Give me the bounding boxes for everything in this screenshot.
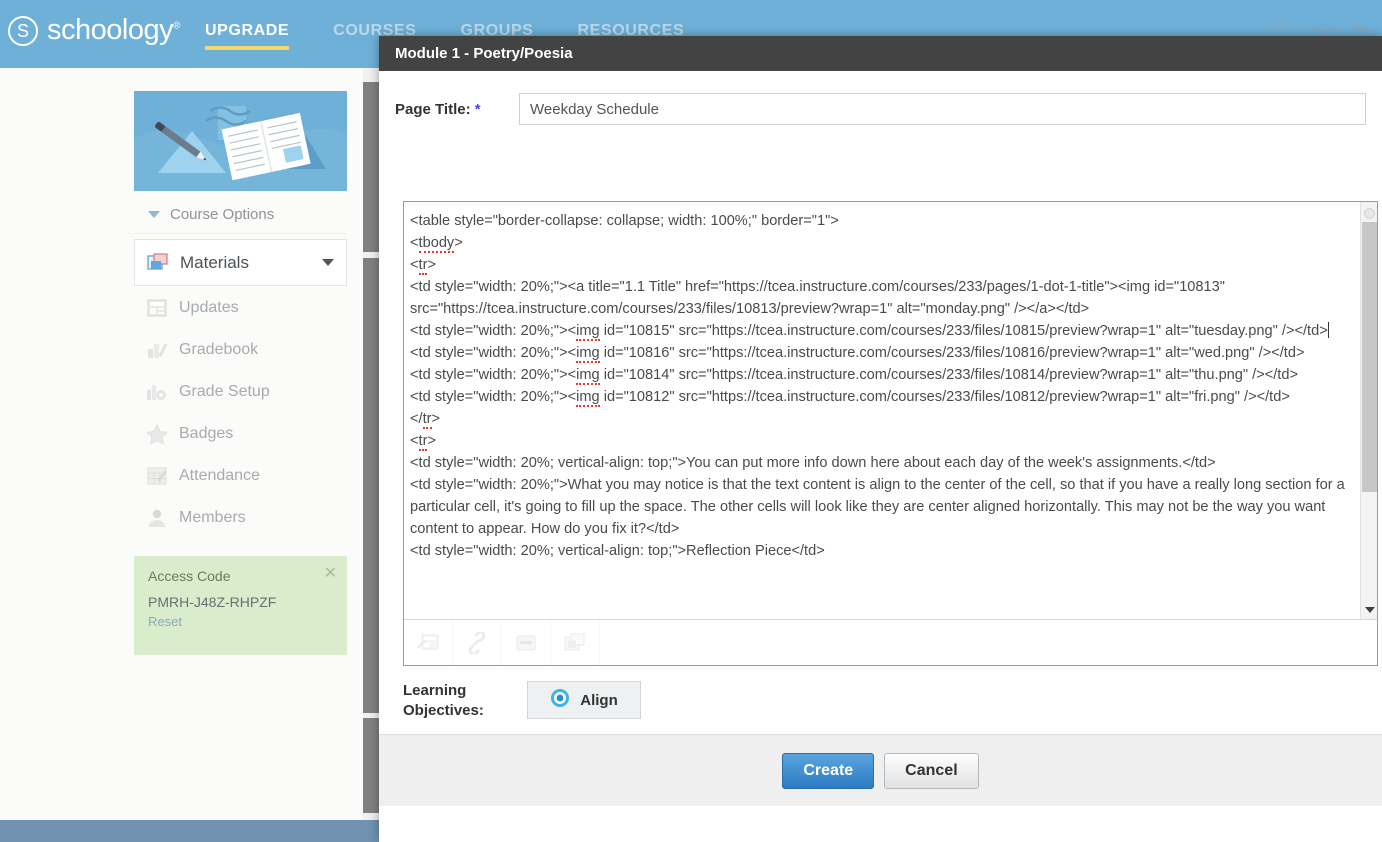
sidebar-item-grade-setup[interactable]: Grade Setup xyxy=(134,371,347,413)
sidebar-item-updates[interactable]: Updates xyxy=(134,287,347,329)
code-seg-10: > <td style="width: 20%; vertical-align:… xyxy=(410,433,1345,559)
learning-objectives-label: Learning Objectives: xyxy=(403,682,484,719)
badge-star-icon xyxy=(145,423,169,445)
scroll-indicator-dot-icon xyxy=(1364,208,1375,219)
schoology-logo-text: schoology® xyxy=(47,14,180,46)
page-title-label: Page Title: * xyxy=(395,100,481,118)
sidebar-item-badges-label: Badges xyxy=(179,425,234,442)
sidebar-item-gradebook-label: Gradebook xyxy=(179,341,259,358)
nav-item-upgrade[interactable]: UPGRADE xyxy=(205,22,290,50)
modal-footer: Create Cancel xyxy=(379,734,1382,806)
text-cursor xyxy=(1327,322,1329,338)
code-misspell-img-2: img xyxy=(576,345,600,363)
chevron-down-icon xyxy=(322,259,334,266)
create-page-modal: Module 1 - Poetry/Poesia Page Title: * <… xyxy=(379,36,1382,842)
close-icon[interactable]: ✕ xyxy=(324,566,337,582)
insert-content-icon[interactable] xyxy=(404,620,453,665)
chevron-down-icon xyxy=(148,211,160,218)
code-misspell-tbody: tbody xyxy=(418,235,455,253)
modal-body: Page Title: * <table style="border-colla… xyxy=(379,71,1382,806)
code-misspell-tr-2: tr xyxy=(422,411,432,429)
create-button[interactable]: Create xyxy=(782,752,875,789)
sidebar-item-materials[interactable]: Materials xyxy=(134,239,347,286)
updates-icon xyxy=(146,297,168,319)
course-options-label: Course Options xyxy=(170,206,275,223)
access-code-box: ✕ Access Code PMRH-J48Z-RHPZF Reset xyxy=(134,556,347,655)
editor-scrollbar[interactable] xyxy=(1360,202,1377,619)
cancel-button[interactable]: Cancel xyxy=(884,752,979,789)
attendance-icon xyxy=(146,465,168,487)
sidebar-item-attendance[interactable]: Attendance xyxy=(134,455,347,497)
modal-title: Module 1 - Poetry/Poesia xyxy=(395,45,573,62)
course-options-row[interactable]: Course Options xyxy=(134,200,347,234)
members-icon xyxy=(146,507,168,529)
sidebar-item-members[interactable]: Members xyxy=(134,497,347,539)
page-scrollbar-thumb[interactable] xyxy=(363,82,379,252)
sidebar-nav-list: Updates Gradebook Grade Setup Badges Att… xyxy=(134,287,347,539)
code-seg-4: id="10815" src="https://tcea.instructure… xyxy=(599,323,1328,339)
sidebar-item-gradebook[interactable]: Gradebook xyxy=(134,329,347,371)
sidebar-item-materials-label: Materials xyxy=(180,252,249,272)
editor-scrollbar-thumb[interactable] xyxy=(1362,222,1377,492)
html-source-editor-area[interactable]: <table style="border-collapse: collapse;… xyxy=(404,202,1377,619)
materials-icon xyxy=(147,252,169,274)
modal-header: Module 1 - Poetry/Poesia xyxy=(379,36,1382,71)
learning-objectives-row: Learning Objectives: Align xyxy=(403,681,641,721)
code-misspell-img-4: img xyxy=(576,389,600,407)
course-banner-image xyxy=(134,91,347,191)
access-code-title: Access Code xyxy=(148,568,231,584)
insert-resource-icon[interactable] xyxy=(502,620,551,665)
editor-toolbar xyxy=(404,619,1377,665)
page-title-row: Page Title: * xyxy=(395,71,1366,125)
page-title-input[interactable] xyxy=(519,93,1366,125)
access-code-reset-link[interactable]: Reset xyxy=(148,614,333,629)
sidebar-item-updates-label: Updates xyxy=(179,299,239,316)
insert-image-icon[interactable] xyxy=(551,620,600,665)
schoology-logo-mark: S xyxy=(8,15,38,46)
trademark-symbol: ® xyxy=(173,20,180,32)
sidebar-item-attendance-label: Attendance xyxy=(179,467,260,484)
sidebar-item-badges[interactable]: Badges xyxy=(134,413,347,455)
page-scrollbar-track-lower[interactable] xyxy=(363,258,379,713)
scroll-down-arrow-icon[interactable] xyxy=(1361,602,1377,617)
screen-root: Course Options Materials Updates Gradebo… xyxy=(0,0,1382,842)
grade-setup-icon xyxy=(146,381,168,403)
html-source-editor: <table style="border-collapse: collapse;… xyxy=(403,201,1378,666)
insert-link-icon[interactable] xyxy=(453,620,502,665)
gradebook-icon xyxy=(146,339,168,361)
required-asterisk: * xyxy=(474,100,481,118)
page-scrollbar[interactable] xyxy=(363,68,379,820)
page-scrollbar-track-bottom[interactable] xyxy=(363,718,379,813)
sidebar-item-members-label: Members xyxy=(179,509,246,526)
code-misspell-img-1: img xyxy=(576,323,600,341)
code-seg-1: <table style="border-collapse: collapse;… xyxy=(410,213,839,251)
schoology-logo[interactable]: S schoology® xyxy=(8,14,180,47)
html-source-code[interactable]: <table style="border-collapse: collapse;… xyxy=(404,202,1360,619)
target-icon xyxy=(550,688,570,712)
align-button-label: Align xyxy=(580,691,618,709)
access-code-value: PMRH-J48Z-RHPZF xyxy=(148,594,277,610)
sidebar-item-grade-setup-label: Grade Setup xyxy=(179,383,270,400)
code-seg-5: <td style="width: 20%;">< xyxy=(410,345,577,361)
code-misspell-img-3: img xyxy=(576,367,600,385)
align-button[interactable]: Align xyxy=(527,681,641,719)
